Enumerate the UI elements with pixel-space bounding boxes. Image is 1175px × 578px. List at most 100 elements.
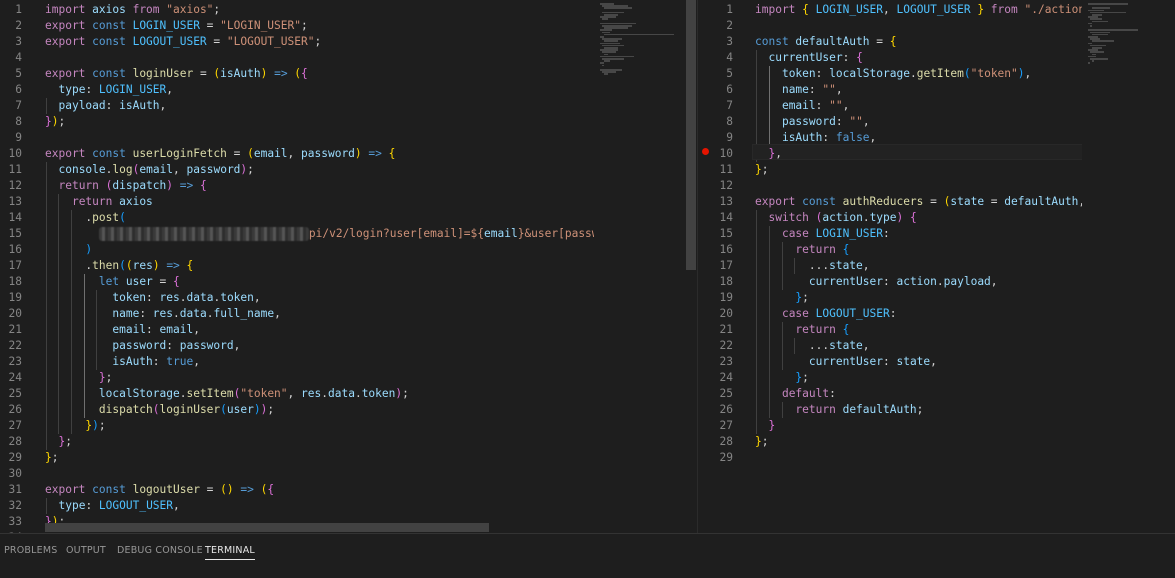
line-number: 23 <box>719 355 733 368</box>
breakpoint-icon[interactable] <box>702 148 709 155</box>
code-token: res <box>132 259 153 272</box>
line-number: 12 <box>719 179 733 192</box>
code-token: { <box>173 275 180 288</box>
minimap-line <box>604 7 632 9</box>
code-token: payload <box>943 275 991 288</box>
code-token: ... <box>755 339 830 352</box>
code-token: }&user[passw <box>517 227 599 240</box>
code-token: userLoginFetch <box>132 147 234 160</box>
tab-debug-console[interactable]: DEBUG CONSOLE <box>117 545 203 556</box>
code-token: , <box>862 259 870 272</box>
code-token: LOGIN_USER <box>815 227 883 240</box>
code-token: . <box>936 275 944 288</box>
code-token: , <box>862 115 870 128</box>
code-text: email: "", <box>755 98 849 114</box>
code-token: getItem <box>916 67 964 80</box>
minimap-line <box>1092 53 1096 56</box>
code-text: export const userLoginFetch = (email, pa… <box>45 146 395 162</box>
code-token: currentUser <box>808 355 883 368</box>
line-number: 10 <box>719 147 733 160</box>
line-number: 16 <box>8 243 22 256</box>
tab-terminal[interactable]: TERMINAL <box>205 545 255 560</box>
code-token: return <box>58 179 106 192</box>
code-text: return { <box>755 242 849 258</box>
code-text: ...state, <box>755 258 870 274</box>
minimap-line <box>1092 33 1108 36</box>
code-token: ( <box>963 67 971 80</box>
code-token: full_name <box>213 307 275 320</box>
code-token: : <box>889 307 897 320</box>
code-token: const <box>92 147 133 160</box>
code-token: isAuth <box>220 67 261 80</box>
code-token: , <box>869 131 877 144</box>
code-token: = <box>199 67 214 80</box>
code-token: = <box>233 147 248 160</box>
code-token: : <box>146 323 160 336</box>
code-token: , <box>233 339 241 352</box>
code-token: , <box>173 163 187 176</box>
code-token: ; <box>314 35 322 48</box>
code-token: localStorage <box>829 67 910 80</box>
code-token: const <box>92 67 133 80</box>
code-token: LOGIN_USER <box>132 19 207 32</box>
code-token: "token" <box>970 67 1018 80</box>
line-number: 28 <box>719 435 733 448</box>
code-token: dispatch <box>98 403 153 416</box>
code-token: import <box>45 3 93 16</box>
code-token: ) <box>354 147 362 160</box>
code-token: } <box>98 371 106 384</box>
split-divider[interactable] <box>697 0 698 533</box>
code-token: LOGIN_USER <box>815 3 883 16</box>
code-text: }); <box>45 418 105 434</box>
editor-pane-actions[interactable]: 1 import axios from "axios"; 2 export const… <box>0 0 686 533</box>
code-token: : <box>85 499 99 512</box>
code-token: . <box>45 259 93 272</box>
code-token: ) <box>152 259 160 272</box>
code-token: "LOGIN_USER" <box>220 19 301 32</box>
code-token: : <box>822 131 836 144</box>
tab-problems[interactable]: PROBLEMS <box>4 545 57 556</box>
code-text: let user = { <box>45 274 180 290</box>
code-token: , <box>274 307 281 320</box>
code-token: token <box>781 67 816 80</box>
code-text: type: LOGOUT_USER, <box>45 498 179 514</box>
line-number: 8 <box>726 115 733 128</box>
code-text: password: password, <box>45 338 240 354</box>
minimap[interactable] <box>1082 0 1175 533</box>
line-number: 25 <box>719 387 733 400</box>
code-text: return defaultAuth; <box>755 402 923 418</box>
horizontal-scrollbar[interactable] <box>45 523 489 532</box>
code-token: () <box>220 483 234 496</box>
code-token: , <box>1024 67 1032 80</box>
code-token: action <box>1091 195 1133 208</box>
minimap[interactable] <box>594 0 684 533</box>
code-token: "" <box>822 83 836 96</box>
code-token: switch <box>768 211 816 224</box>
code-token: ; <box>267 403 275 416</box>
code-token: : <box>829 387 836 400</box>
code-token: type <box>869 211 897 224</box>
code-text: export const logoutUser = () => ({ <box>45 482 274 498</box>
code-token: . <box>179 291 187 304</box>
code-token: const <box>92 19 133 32</box>
code-token: ; <box>247 163 254 176</box>
vertical-scrollbar[interactable] <box>686 0 696 270</box>
code-token: { <box>199 179 207 192</box>
code-token: } <box>977 3 991 16</box>
tab-output[interactable]: OUTPUT <box>66 545 106 556</box>
code-token: export <box>45 483 93 496</box>
line-number: 27 <box>719 419 733 432</box>
code-token: : <box>835 115 850 128</box>
minimap-line <box>604 60 610 62</box>
minimap-line <box>1092 47 1102 49</box>
code-text: return (dispatch) => { <box>45 178 207 194</box>
